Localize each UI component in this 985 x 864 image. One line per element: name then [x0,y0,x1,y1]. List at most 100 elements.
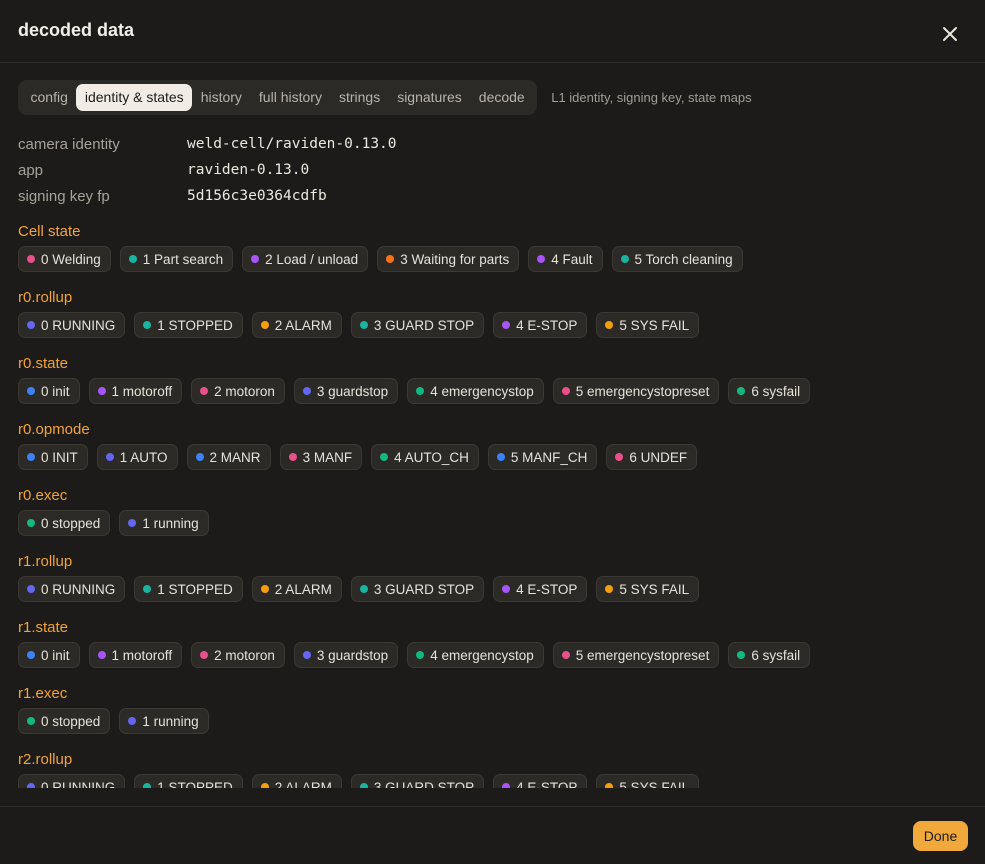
state-chip-list: 0 Welding 1 Part search 2 Load / unload 3 W… [18,246,968,272]
state-chip: 5 emergencystopreset [552,642,720,668]
status-dot-icon [143,321,152,329]
state-chip: 0 init [18,642,80,668]
tab-config[interactable]: config [22,84,76,111]
tab-history[interactable]: history [192,84,250,111]
state-chip-list: 0 INIT 1 AUTO 2 MANR 3 MANF 4 AUTO_CH 5 MANF_… [18,444,968,470]
identity-value: 5d156c3e0364cdfb [187,188,327,204]
status-dot-icon [97,651,106,659]
dialog-body[interactable]: config identity & states history full histo… [0,64,985,788]
state-map-title: r0.exec [18,487,68,504]
status-dot-icon [737,651,746,659]
state-chip-label: 5 MANF_CH [510,449,588,465]
state-chip-label: 6 sysfail [751,383,801,399]
state-chip: 5 emergencystopreset [552,378,720,404]
state-chip: 2 motoron [191,642,285,668]
state-chip-label: 3 MANF [302,449,353,465]
state-chip-label: 1 running [142,515,199,531]
dialog-header: decoded data [0,0,985,63]
status-dot-icon [105,453,114,461]
status-dot-icon [195,453,204,461]
state-map-title: r1.rollup [18,553,73,570]
status-dot-icon [97,387,106,395]
status-dot-icon [561,387,570,395]
identity-value: weld-cell/raviden-0.13.0 [187,136,397,152]
state-map-title: r1.state [18,619,69,636]
status-dot-icon [416,387,425,395]
status-dot-icon [27,519,35,527]
state-chip: 2 MANR [186,444,271,470]
state-chip: 1 running [119,510,209,536]
state-chip-label: 1 Part search [142,251,224,267]
state-chip: 1 running [119,708,209,734]
state-chip-label: 3 GUARD STOP [373,581,475,597]
status-dot-icon [143,585,152,593]
state-chip-label: 2 motoron [214,383,275,399]
state-chip-label: 3 guardstop [316,383,389,399]
state-chip-label: 0 RUNNING [41,581,116,597]
state-chip: 1 AUTO [96,444,178,470]
state-chip-label: 3 guardstop [316,647,389,663]
state-chip: 3 guardstop [293,378,399,404]
state-chip-label: 2 ALARM [274,779,332,789]
status-dot-icon [416,651,425,659]
state-chip: 4 E-STOP [493,312,588,338]
state-chip-label: 2 ALARM [274,317,332,333]
state-map-r1-rollup: r1.rollup 0 RUNNING 1 STOPPED 2 ALARM 3 GUAR… [18,551,968,617]
state-chip: 0 RUNNING [18,312,126,338]
done-button[interactable]: Done [913,821,968,851]
state-chip: 3 guardstop [293,642,399,668]
identity-label: camera identity [18,135,120,153]
state-chip: 2 ALARM [251,576,342,602]
status-dot-icon [302,651,311,659]
tabs-row: config identity & states history full histo… [18,80,752,115]
state-chip-label: 6 sysfail [751,647,801,663]
state-chip-label: 1 motoroff [111,383,173,399]
status-dot-icon [128,255,137,263]
state-chip-label: 0 stopped [41,713,101,729]
dialog-footer: Done [0,806,985,864]
tab-decode[interactable]: decode [470,84,533,111]
state-map-title: r1.exec [18,685,68,702]
status-dot-icon [27,585,35,593]
state-chip-label: 1 STOPPED [157,317,233,333]
tabs-hint: L1 identity, signing key, state maps [551,90,752,105]
close-button[interactable] [938,22,962,46]
state-chip: 1 STOPPED [134,312,243,338]
state-chip-label: 0 RUNNING [41,317,116,333]
status-dot-icon [128,519,137,527]
state-map-r0-opmode: r0.opmode 0 INIT 1 AUTO 2 MANR 3 MANF 4 AUTO_… [18,419,968,485]
status-dot-icon [128,717,137,725]
state-chip-label: 5 SYS FAIL [619,317,690,333]
tab-full-history[interactable]: full history [250,84,330,111]
tab-identity-states[interactable]: identity & states [76,84,193,111]
state-chip: 0 Welding [18,246,111,272]
status-dot-icon [605,585,614,593]
state-chip-label: 0 init [41,647,70,663]
status-dot-icon [502,585,511,593]
state-map-r0-rollup: r0.rollup 0 RUNNING 1 STOPPED 2 ALARM 3 GUAR… [18,287,968,353]
state-map-title: r0.rollup [18,289,73,306]
state-chip-label: 4 emergencystop [430,647,534,663]
state-chip: 1 STOPPED [134,774,243,788]
state-chip-label: 4 AUTO_CH [394,449,469,465]
status-dot-icon [260,585,269,593]
state-chip-list: 0 stopped 1 running [18,708,968,734]
state-chip: 3 GUARD STOP [350,312,485,338]
status-dot-icon [302,387,311,395]
status-dot-icon [27,255,35,263]
status-dot-icon [380,453,389,461]
state-chip: 0 RUNNING [18,576,126,602]
state-chip: 5 Torch cleaning [611,246,743,272]
state-map-title: r2.rollup [18,751,73,768]
state-chip-label: 1 AUTO [119,449,168,465]
tab-strings[interactable]: strings [330,84,388,111]
state-maps: Cell state 0 Welding 1 Part search 2 Load /… [18,221,968,788]
state-chip-label: 4 E-STOP [516,581,578,597]
status-dot-icon [359,321,368,329]
state-chip-label: 4 Fault [551,251,593,267]
state-chip: 3 GUARD STOP [350,576,485,602]
tab-signatures[interactable]: signatures [389,84,471,111]
status-dot-icon [359,585,368,593]
state-chip-label: 1 STOPPED [157,581,233,597]
status-dot-icon [386,255,395,263]
